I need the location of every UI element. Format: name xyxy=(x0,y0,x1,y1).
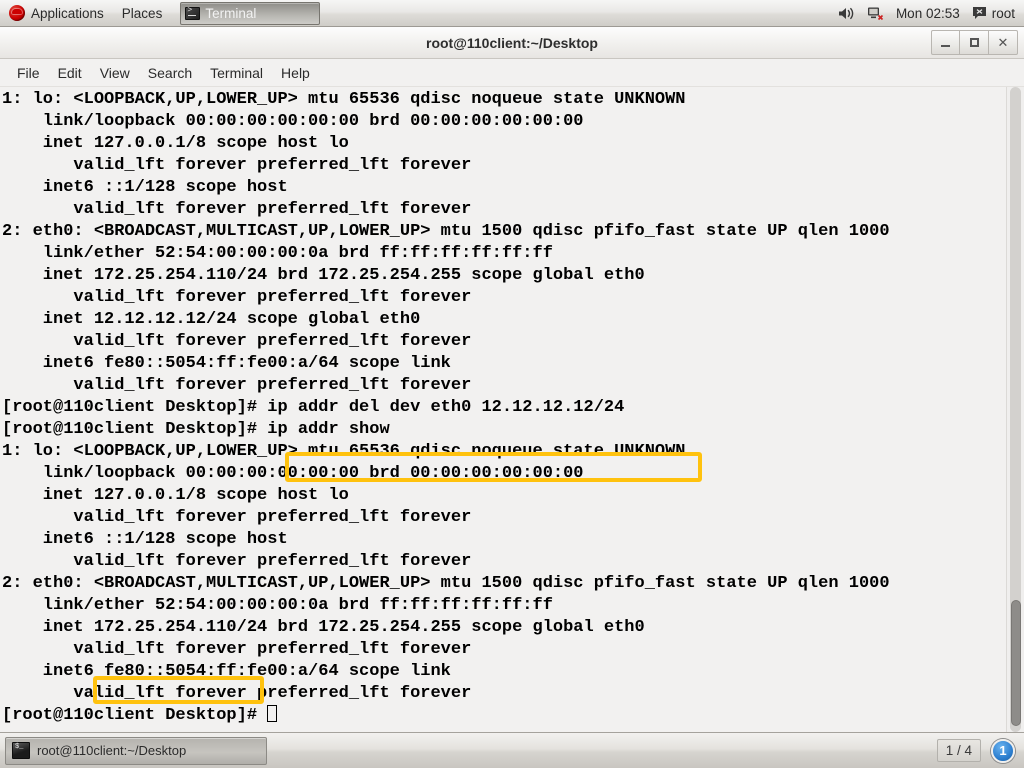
menu-view[interactable]: View xyxy=(91,62,139,84)
scrollbar-thumb[interactable] xyxy=(1011,600,1021,726)
window-list-item-label: Terminal xyxy=(205,5,257,21)
terminal-line: 2: eth0: <BROADCAST,MULTICAST,UP,LOWER_U… xyxy=(2,574,890,593)
menu-search[interactable]: Search xyxy=(139,62,201,84)
close-icon: ✕ xyxy=(997,35,1009,50)
workspace-count-label: 1 / 4 xyxy=(936,739,981,762)
menu-terminal[interactable]: Terminal xyxy=(201,62,272,84)
terminal-cursor xyxy=(267,705,278,722)
terminal-line: inet 172.25.254.110/24 brd 172.25.254.25… xyxy=(2,618,645,637)
terminal-line: inet 12.12.12.12/24 scope global eth0 xyxy=(2,310,421,329)
terminal-line: valid_lft forever preferred_lft forever xyxy=(2,200,472,219)
messaging-icon xyxy=(972,7,986,19)
terminal-icon xyxy=(185,6,201,20)
applications-menu-label: Applications xyxy=(31,5,104,21)
close-button[interactable]: ✕ xyxy=(989,30,1018,55)
window-list-item-terminal[interactable]: Terminal xyxy=(180,1,321,25)
volume-icon xyxy=(838,7,854,19)
user-menu[interactable]: root xyxy=(972,6,1015,21)
places-menu-label: Places xyxy=(121,5,163,21)
applications-menu[interactable]: Applications xyxy=(0,1,113,26)
terminal-line: inet6 ::1/128 scope host xyxy=(2,530,288,549)
window-title: root@110client:~/Desktop xyxy=(426,35,598,51)
terminal-line: valid_lft forever preferred_lft forever xyxy=(2,156,472,175)
minimize-button[interactable] xyxy=(931,30,960,55)
terminal-line: link/loopback 00:00:00:00:00:00 brd 00:0… xyxy=(2,464,584,483)
terminal-scrollbar[interactable] xyxy=(1006,87,1024,732)
terminal-line: inet 127.0.0.1/8 scope host lo xyxy=(2,134,349,153)
terminal-window: root@110client:~/Desktop ✕ File Edit Vie… xyxy=(0,27,1024,732)
terminal-output[interactable]: 1: lo: <LOOPBACK,UP,LOWER_UP> mtu 65536 … xyxy=(0,87,1006,732)
workspace-switcher: 1 / 4 1 xyxy=(936,738,1019,763)
terminal-line: 2: eth0: <BROADCAST,MULTICAST,UP,LOWER_U… xyxy=(2,222,890,241)
terminal-line: inet6 fe80::5054:ff:fe00:a/64 scope link xyxy=(2,662,451,681)
top-panel: Applications Places Terminal Mon 02:53 xyxy=(0,0,1024,27)
terminal-line: inet 127.0.0.1/8 scope host lo xyxy=(2,486,349,505)
terminal-line: valid_lft forever preferred_lft forever xyxy=(2,288,472,307)
user-menu-label: root xyxy=(991,5,1015,21)
maximize-icon xyxy=(969,38,979,47)
terminal-line: valid_lft forever preferred_lft forever xyxy=(2,332,472,351)
taskbar-item-terminal[interactable]: root@110client:~/Desktop xyxy=(5,736,267,765)
terminal-line: inet6 ::1/128 scope host xyxy=(2,178,288,197)
volume-tray-button[interactable] xyxy=(838,6,855,21)
menubar: File Edit View Search Terminal Help xyxy=(0,59,1024,87)
maximize-button[interactable] xyxy=(960,30,989,55)
terminal-line: valid_lft forever preferred_lft forever xyxy=(2,684,472,703)
system-tray: Mon 02:53 root xyxy=(838,6,1024,21)
window-controls: ✕ xyxy=(931,30,1018,55)
places-menu[interactable]: Places xyxy=(113,1,172,26)
clock-label: Mon 02:53 xyxy=(895,5,960,21)
network-disconnected-icon xyxy=(867,7,884,20)
terminal-line: [root@110client Desktop]# ip addr show xyxy=(2,420,390,439)
window-titlebar[interactable]: root@110client:~/Desktop ✕ xyxy=(0,27,1024,59)
terminal-line: valid_lft forever preferred_lft forever xyxy=(2,376,472,395)
network-tray-button[interactable] xyxy=(867,6,884,21)
terminal-line: inet6 fe80::5054:ff:fe00:a/64 scope link xyxy=(2,354,451,373)
terminal-line: 1: lo: <LOOPBACK,UP,LOWER_UP> mtu 65536 … xyxy=(2,90,686,109)
minimize-icon xyxy=(941,45,950,47)
terminal-line: inet 172.25.254.110/24 brd 172.25.254.25… xyxy=(2,266,645,285)
menu-edit[interactable]: Edit xyxy=(49,62,91,84)
terminal-icon xyxy=(12,742,30,759)
terminal-line: valid_lft forever preferred_lft forever xyxy=(2,508,472,527)
terminal-line: link/ether 52:54:00:00:00:0a brd ff:ff:f… xyxy=(2,244,553,263)
menu-file[interactable]: File xyxy=(8,62,49,84)
terminal-line: link/loopback 00:00:00:00:00:00 brd 00:0… xyxy=(2,112,584,131)
terminal-body[interactable]: 1: lo: <LOOPBACK,UP,LOWER_UP> mtu 65536 … xyxy=(0,87,1024,732)
terminal-line: [root@110client Desktop]# xyxy=(2,705,1006,727)
redhat-logo-icon xyxy=(9,5,25,21)
clock[interactable]: Mon 02:53 xyxy=(896,6,960,21)
workspace-current-badge[interactable]: 1 xyxy=(991,738,1015,763)
terminal-line: 1: lo: <LOOPBACK,UP,LOWER_UP> mtu 65536 … xyxy=(2,442,686,461)
terminal-line: valid_lft forever preferred_lft forever xyxy=(2,640,472,659)
terminal-line: link/ether 52:54:00:00:00:0a brd ff:ff:f… xyxy=(2,596,553,615)
terminal-line: [root@110client Desktop]# ip addr del de… xyxy=(2,398,625,417)
terminal-line: valid_lft forever preferred_lft forever xyxy=(2,552,472,571)
menu-help[interactable]: Help xyxy=(272,62,319,84)
taskbar-item-label: root@110client:~/Desktop xyxy=(37,743,187,758)
bottom-panel: root@110client:~/Desktop 1 / 4 1 xyxy=(0,732,1024,768)
